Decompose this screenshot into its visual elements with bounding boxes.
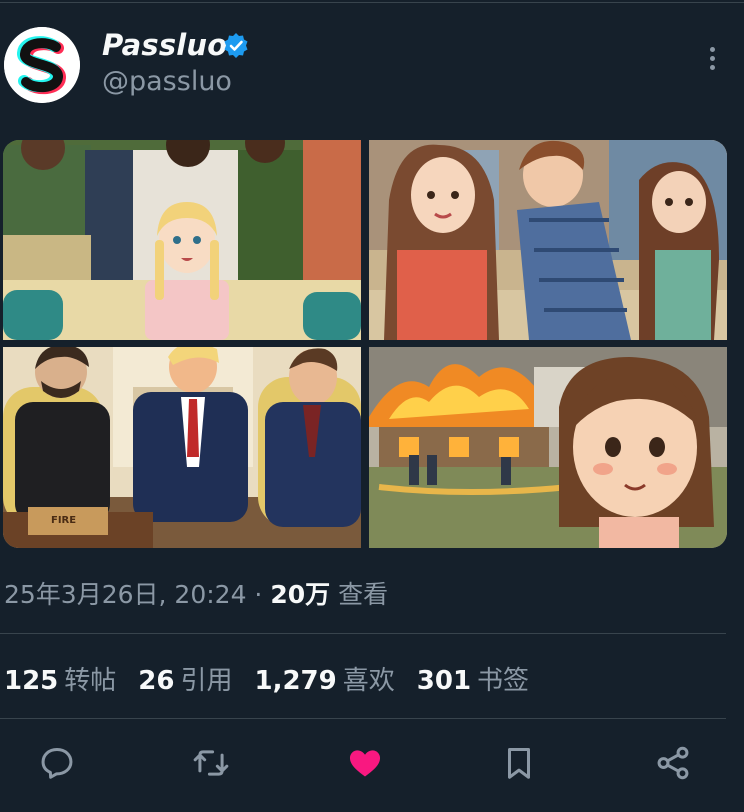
stat-label: 转帖 — [64, 666, 117, 696]
tweet-meta: 25年3月26日, 20:24 · 20万 查看 — [4, 575, 388, 611]
views-label: 查看 — [338, 580, 389, 609]
timestamp[interactable]: 25年3月26日, 20:24 — [4, 580, 246, 609]
stat-label: 引用 — [180, 666, 233, 696]
dot-icon — [709, 46, 715, 52]
verified-badge-icon[interactable] — [222, 32, 250, 60]
stat-likes[interactable]: 1,279 喜欢 — [255, 660, 395, 697]
stat-label: 书签 — [477, 666, 530, 696]
media-image-3[interactable]: FIRE — [3, 347, 361, 548]
divider — [0, 633, 726, 634]
media-image-2[interactable] — [369, 140, 727, 340]
action-bar — [0, 738, 744, 794]
box-label: FIRE — [51, 515, 76, 526]
stat-count: 1,279 — [254, 666, 337, 696]
stat-count: 26 — [138, 666, 175, 696]
views-count: 20万 — [270, 580, 331, 609]
reply-button[interactable] — [32, 738, 82, 788]
engagement-stats: 125 转帖 26 引用 1,279 喜欢 301 书签 — [4, 660, 529, 697]
dot-icon — [709, 64, 715, 70]
divider — [0, 718, 726, 719]
meta-separator: · — [254, 580, 263, 609]
share-button[interactable] — [648, 738, 698, 788]
author-display-name[interactable]: Passluo — [102, 28, 227, 62]
retweet-button[interactable] — [186, 738, 236, 788]
stat-bookmarks[interactable]: 301 书签 — [417, 660, 529, 697]
stat-label: 喜欢 — [342, 666, 395, 696]
media-image-4[interactable]: 38 — [369, 347, 727, 548]
more-options-button[interactable] — [698, 40, 726, 76]
bookmark-icon — [507, 748, 531, 779]
stat-reposts[interactable]: 125 转帖 — [4, 660, 116, 697]
stat-count: 301 — [416, 666, 472, 696]
heart-icon — [349, 750, 381, 777]
stat-quotes[interactable]: 26 引用 — [138, 660, 232, 697]
retweet-icon — [193, 750, 229, 776]
author-handle[interactable]: @passluo — [102, 66, 232, 97]
like-button[interactable] — [340, 738, 390, 788]
reply-icon — [41, 748, 73, 779]
bookmark-button[interactable] — [494, 738, 544, 788]
stat-count: 125 — [4, 666, 59, 696]
share-icon — [657, 746, 689, 780]
top-divider — [0, 2, 744, 3]
dot-icon — [709, 55, 715, 61]
stylized-s-logo-icon — [4, 27, 80, 103]
media-grid: FIRE 38 — [3, 140, 727, 548]
avatar[interactable] — [4, 27, 80, 103]
media-image-1[interactable] — [3, 140, 361, 340]
